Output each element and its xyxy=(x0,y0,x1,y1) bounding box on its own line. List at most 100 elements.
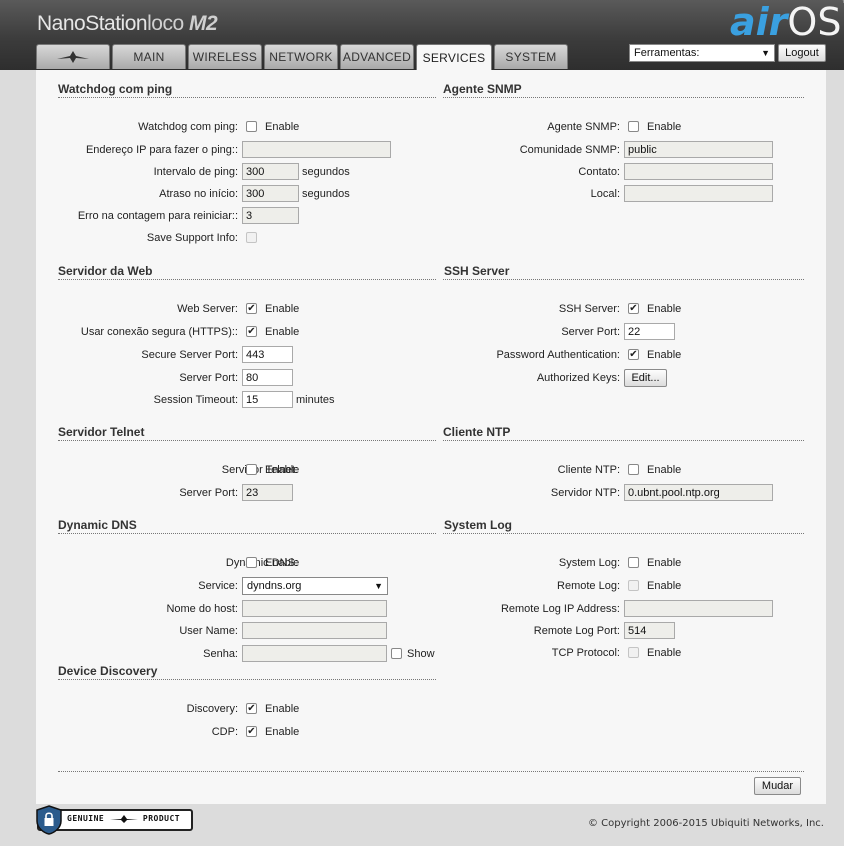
watchdog-checkbox[interactable] xyxy=(246,121,257,132)
ddns-password-label: Senha: xyxy=(203,648,238,660)
snmp-location-input[interactable] xyxy=(624,185,773,202)
snmp-checkbox[interactable] xyxy=(628,121,639,132)
ping-interval-input[interactable]: 300 xyxy=(242,163,299,180)
password-auth-enable-text: Enable xyxy=(647,349,682,361)
snmp-community-input[interactable]: public xyxy=(624,141,773,158)
snmp-community-label: Comunidade SNMP: xyxy=(519,144,620,156)
https-checkbox[interactable]: ✔ xyxy=(246,326,257,337)
web-port-input[interactable]: 80 xyxy=(242,369,293,386)
ntp-server-label: Servidor NTP: xyxy=(550,487,620,499)
badge-text-genuine: GENUINE xyxy=(67,814,105,823)
tools-select[interactable]: Ferramentas: ▼ xyxy=(629,44,775,62)
ntp-section-title: Cliente NTP xyxy=(443,425,511,439)
startup-delay-unit: segundos xyxy=(302,188,350,200)
discovery-checkbox[interactable]: ✔ xyxy=(246,703,257,714)
ssh-server-checkbox[interactable]: ✔ xyxy=(628,303,639,314)
lock-shield-icon xyxy=(36,805,62,835)
telnet-enable-text: Enable xyxy=(265,464,300,476)
snmp-enable-label: Agente SNMP: xyxy=(547,121,620,133)
web-server-checkbox[interactable]: ✔ xyxy=(246,303,257,314)
divider xyxy=(443,279,804,280)
main-tabs: MAIN WIRELESS NETWORK ADVANCED SERVICES … xyxy=(36,44,570,70)
snmp-contact-input[interactable] xyxy=(624,163,773,180)
session-timeout-unit: minutes xyxy=(296,394,335,406)
divider xyxy=(443,533,804,534)
remote-log-port-input[interactable]: 514 xyxy=(624,622,675,639)
discovery-enable-text: Enable xyxy=(265,703,300,715)
cdp-enable-text: Enable xyxy=(265,726,300,738)
ntp-client-label: Cliente NTP: xyxy=(557,464,620,476)
divider xyxy=(58,279,436,280)
ssh-port-input[interactable]: 22 xyxy=(624,323,675,340)
save-support-checkbox[interactable] xyxy=(246,232,257,243)
ddns-service-select[interactable]: dyndns.org ▼ xyxy=(242,577,388,595)
divider xyxy=(58,679,436,680)
airos-logo: airOS™ xyxy=(730,0,844,44)
tab-main[interactable]: MAIN xyxy=(112,44,186,69)
tab-ubiquiti-logo[interactable] xyxy=(36,44,110,69)
tools-select-value: Ferramentas: xyxy=(634,47,700,59)
ddns-user-label: User Name: xyxy=(179,625,238,637)
remote-log-ip-input[interactable] xyxy=(624,600,773,617)
web-section-title: Servidor da Web xyxy=(58,264,153,278)
ntp-client-checkbox[interactable] xyxy=(628,464,639,475)
apply-button[interactable]: Mudar xyxy=(754,777,801,795)
secure-port-input[interactable]: 443 xyxy=(242,346,293,363)
logo-os: OS xyxy=(787,0,842,44)
ddns-user-input[interactable] xyxy=(242,622,387,639)
tcp-protocol-label: TCP Protocol: xyxy=(551,647,620,659)
password-auth-label: Password Authentication: xyxy=(496,349,620,361)
brand-suffix: M2 xyxy=(188,12,218,35)
brand-model: loco xyxy=(147,12,184,35)
telnet-port-input[interactable]: 23 xyxy=(242,484,293,501)
startup-delay-input[interactable]: 300 xyxy=(242,185,299,202)
web-port-label: Server Port: xyxy=(179,372,238,384)
telnet-section-title: Servidor Telnet xyxy=(58,425,145,439)
authorized-keys-label: Authorized Keys: xyxy=(536,372,620,384)
ssh-section-title: SSH Server xyxy=(444,264,510,278)
logo-air: air xyxy=(730,0,788,44)
https-enable-text: Enable xyxy=(265,326,300,338)
ubiquiti-logo-icon xyxy=(109,814,138,823)
session-timeout-input[interactable]: 15 xyxy=(242,391,293,408)
telnet-checkbox[interactable] xyxy=(246,464,257,475)
edit-keys-button[interactable]: Edit... xyxy=(624,369,667,387)
ping-interval-label: Intervalo de ping: xyxy=(153,166,238,178)
show-password-checkbox[interactable] xyxy=(391,648,402,659)
divider xyxy=(58,440,436,441)
remote-log-enable-text: Enable xyxy=(647,580,682,592)
tcp-protocol-checkbox[interactable] xyxy=(628,647,639,658)
ddns-checkbox[interactable] xyxy=(246,557,257,568)
password-auth-checkbox[interactable]: ✔ xyxy=(628,349,639,360)
tab-wireless[interactable]: WIRELESS xyxy=(188,44,262,69)
ping-ip-input[interactable] xyxy=(242,141,391,158)
badge-text-product: PRODUCT xyxy=(142,814,181,823)
ssh-server-enable-text: Enable xyxy=(647,303,682,315)
chevron-down-icon: ▼ xyxy=(761,48,770,58)
watchdog-section-title: Watchdog com ping xyxy=(58,82,173,96)
remote-log-checkbox[interactable] xyxy=(628,580,639,591)
ping-ip-label: Endereço IP para fazer o ping:: xyxy=(85,144,238,156)
tab-system[interactable]: SYSTEM xyxy=(494,44,568,69)
divider xyxy=(58,533,436,534)
ddns-host-input[interactable] xyxy=(242,600,387,617)
watchdog-enable-label: Watchdog com ping: xyxy=(138,121,238,133)
web-server-label: Web Server: xyxy=(177,303,238,315)
remote-log-ip-label: Remote Log IP Address: xyxy=(500,603,620,615)
failure-count-input[interactable]: 3 xyxy=(242,207,299,224)
tab-advanced[interactable]: ADVANCED xyxy=(340,44,414,69)
remote-log-port-label: Remote Log Port: xyxy=(533,625,620,637)
syslog-checkbox[interactable] xyxy=(628,557,639,568)
ntp-server-input[interactable]: 0.ubnt.pool.ntp.org xyxy=(624,484,773,501)
cdp-checkbox[interactable]: ✔ xyxy=(246,726,257,737)
tab-services[interactable]: SERVICES xyxy=(416,44,492,70)
session-timeout-label: Session Timeout: xyxy=(153,394,238,406)
ddns-host-label: Nome do host: xyxy=(166,603,238,615)
tab-network[interactable]: NETWORK xyxy=(264,44,338,69)
web-server-enable-text: Enable xyxy=(265,303,300,315)
logout-button[interactable]: Logout xyxy=(778,44,826,62)
ntp-client-enable-text: Enable xyxy=(647,464,682,476)
snmp-location-label: Local: xyxy=(590,188,620,200)
ddns-password-input[interactable] xyxy=(242,645,387,662)
ddns-section-title: Dynamic DNS xyxy=(58,518,137,532)
